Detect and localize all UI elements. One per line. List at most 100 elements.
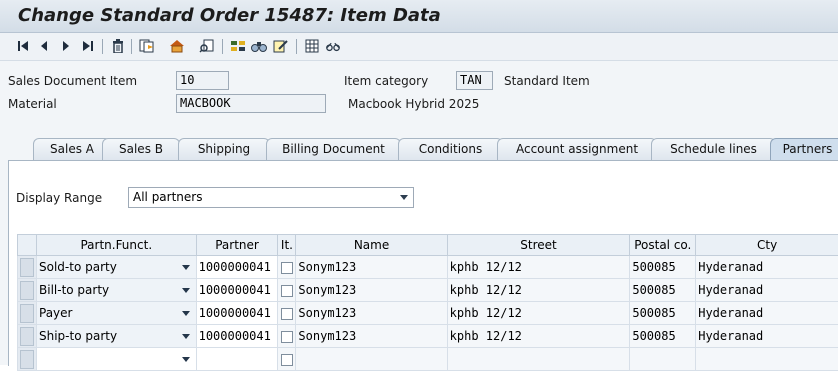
row-selector[interactable] [18, 348, 37, 371]
table-row: Sold-to party 1000000041 Sonym123 kphb 1… [18, 256, 838, 279]
copy-icon[interactable] [139, 38, 155, 54]
table-row: Payer 1000000041 Sonym123 kphb 12/12 500… [18, 302, 838, 325]
street-cell [447, 348, 630, 371]
partner-field[interactable]: 1000000041 [196, 256, 278, 279]
chevron-down-icon [182, 357, 190, 362]
item-checkbox-cell[interactable] [278, 325, 296, 348]
tab-account-assignment[interactable]: Account assignment [497, 138, 657, 160]
partner-field[interactable]: 1000000041 [196, 279, 278, 302]
item-category-field[interactable]: TAN [456, 71, 493, 90]
edit-icon[interactable] [273, 38, 289, 54]
header-icon[interactable] [169, 38, 185, 54]
display-range-dropdown[interactable]: All partners [128, 187, 414, 208]
name-cell [296, 348, 447, 371]
item-category-text: Standard Item [504, 74, 590, 88]
sales-document-item-field[interactable]: 10 [176, 71, 229, 90]
postal-code-cell: 500085 [630, 325, 696, 348]
display-doc-icon[interactable] [199, 38, 215, 54]
column-header-city[interactable]: Cty [696, 235, 838, 256]
street-cell: kphb 12/12 [447, 279, 630, 302]
item-checkbox[interactable] [281, 331, 293, 343]
partner-function-select[interactable] [37, 348, 197, 371]
item-category-label: Item category [344, 74, 428, 88]
name-cell: Sonym123 [296, 325, 447, 348]
city-cell: Hyderanad [696, 256, 838, 279]
tab-partners[interactable]: Partners [770, 138, 838, 160]
tab-conditions[interactable]: Conditions [398, 138, 503, 160]
column-header-street[interactable]: Street [447, 235, 630, 256]
partner-field[interactable]: 1000000041 [196, 325, 278, 348]
chevron-down-icon [182, 265, 190, 270]
item-checkbox[interactable] [281, 262, 293, 274]
title-bar: Change Standard Order 15487: Item Data [0, 0, 838, 33]
column-header-item[interactable]: It. [278, 235, 296, 256]
item-checkbox[interactable] [281, 308, 293, 320]
column-header-name[interactable]: Name [296, 235, 447, 256]
partner-field[interactable] [196, 348, 278, 371]
city-cell [696, 348, 838, 371]
postal-code-cell: 500085 [630, 256, 696, 279]
street-cell: kphb 12/12 [447, 325, 630, 348]
sales-document-item-label: Sales Document Item [8, 74, 137, 88]
row-selector[interactable] [18, 325, 37, 348]
toolbar-separator [222, 39, 223, 54]
row-selector[interactable] [18, 302, 37, 325]
partner-function-value: Sold-to party [39, 260, 117, 274]
item-checkbox-cell[interactable] [278, 302, 296, 325]
tab-strip: Sales A Sales B Shipping Billing Documen… [8, 138, 838, 160]
street-cell: kphb 12/12 [447, 302, 630, 325]
city-cell: Hyderanad [696, 279, 838, 302]
city-cell: Hyderanad [696, 325, 838, 348]
last-page-icon[interactable] [80, 38, 96, 54]
configure-icon[interactable] [230, 38, 246, 54]
window-title: Change Standard Order 15487: Item Data [18, 5, 441, 26]
calculator-icon[interactable] [304, 38, 320, 54]
postal-code-cell: 500085 [630, 279, 696, 302]
tab-sales-a[interactable]: Sales A [33, 138, 111, 160]
tab-shipping[interactable]: Shipping [178, 138, 270, 160]
glasses-icon[interactable] [325, 38, 341, 54]
chevron-down-icon [182, 311, 190, 316]
chevron-down-icon [182, 334, 190, 339]
item-checkbox[interactable] [281, 354, 293, 366]
partner-function-select[interactable]: Payer [37, 302, 197, 325]
column-header-partner-function[interactable]: Partn.Funct. [37, 235, 197, 256]
row-selector[interactable] [18, 256, 37, 279]
next-page-icon[interactable] [58, 38, 74, 54]
column-header-partner[interactable]: Partner [196, 235, 278, 256]
material-label: Material [8, 97, 57, 111]
application-toolbar [0, 33, 838, 61]
partner-function-select[interactable]: Sold-to party [37, 256, 197, 279]
tab-billing-document[interactable]: Billing Document [266, 138, 401, 160]
partners-panel: Display Range All partners Partn.Funct. [8, 160, 838, 366]
item-checkbox[interactable] [281, 285, 293, 297]
tab-sales-b[interactable]: Sales B [102, 138, 180, 160]
item-data-area: Sales Document Item 10 Item category TAN… [0, 61, 838, 365]
delete-icon[interactable] [110, 38, 126, 54]
previous-page-icon[interactable] [36, 38, 52, 54]
partner-function-value: Ship-to party [39, 329, 117, 343]
item-checkbox-cell[interactable] [278, 348, 296, 371]
partner-field[interactable]: 1000000041 [196, 302, 278, 325]
name-cell: Sonym123 [296, 256, 447, 279]
first-page-icon[interactable] [15, 38, 31, 54]
name-cell: Sonym123 [296, 279, 447, 302]
material-field[interactable]: MACBOOK [176, 94, 326, 113]
toolbar-separator [296, 39, 297, 54]
item-checkbox-cell[interactable] [278, 279, 296, 302]
row-selector[interactable] [18, 279, 37, 302]
column-header-postal-code[interactable]: Postal co. [630, 235, 696, 256]
postal-code-cell [630, 348, 696, 371]
street-cell: kphb 12/12 [447, 256, 630, 279]
find-icon[interactable] [251, 38, 267, 54]
city-cell: Hyderanad [696, 302, 838, 325]
partners-table: Partn.Funct. Partner It. Name Street Pos… [17, 234, 838, 371]
partner-function-value: Bill-to party [39, 283, 109, 297]
partner-function-value: Payer [39, 306, 72, 320]
partner-function-select[interactable]: Ship-to party [37, 325, 197, 348]
tab-schedule-lines[interactable]: Schedule lines [651, 138, 776, 160]
select-all-cell[interactable] [18, 235, 37, 256]
partner-function-select[interactable]: Bill-to party [37, 279, 197, 302]
toolbar-separator [131, 39, 132, 54]
item-checkbox-cell[interactable] [278, 256, 296, 279]
